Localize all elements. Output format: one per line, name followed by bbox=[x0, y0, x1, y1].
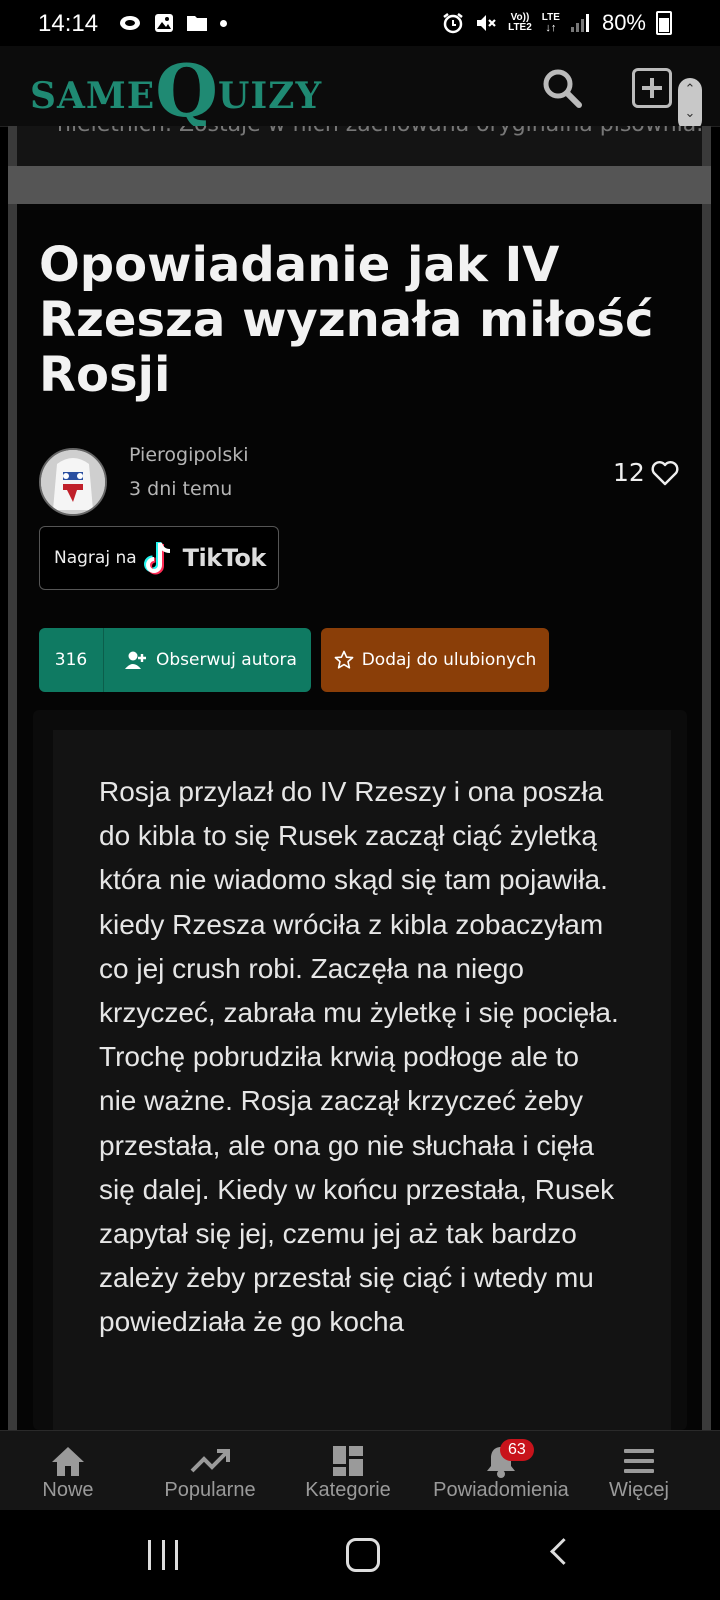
post-date: 3 dni temu bbox=[129, 478, 233, 500]
status-time: 14:14 bbox=[38, 10, 99, 37]
add-user-icon bbox=[125, 651, 146, 669]
nav-label-kategorie: Kategorie bbox=[305, 1479, 391, 1501]
system-navigation-bar bbox=[0, 1510, 720, 1600]
tiktok-brand: TikTok bbox=[182, 544, 267, 572]
heart-icon bbox=[651, 460, 679, 485]
app-header: SAME Q UIZY bbox=[0, 46, 720, 127]
previous-card-text: nieletnich. Zostaje w nich zachowana ory… bbox=[57, 126, 702, 137]
tiktok-prefix: Nagraj na bbox=[54, 548, 137, 568]
gallery-icon bbox=[155, 14, 173, 32]
bottom-navigation: Nowe Popularne Kategorie 63 Powiadomieni… bbox=[0, 1430, 720, 1511]
grid-icon bbox=[333, 1446, 363, 1476]
battery-icon bbox=[656, 11, 672, 35]
logo-text-uizy: UIZY bbox=[217, 75, 323, 117]
status-right-icons: Vo)) LTE2 LTE ↓↑ 80% bbox=[442, 10, 672, 36]
logo-text-q: Q bbox=[155, 48, 218, 134]
signal-icon bbox=[570, 14, 589, 32]
section-divider bbox=[8, 166, 711, 204]
status-bar: 14:14 Vo)) LTE2 LTE ↓↑ 80% bbox=[0, 0, 720, 46]
like-button[interactable]: 12 bbox=[613, 458, 679, 487]
follower-count: 316 bbox=[39, 628, 104, 692]
favorite-label: Dodaj do ulubionych bbox=[361, 650, 537, 670]
notification-badge: 63 bbox=[500, 1439, 534, 1461]
like-count: 12 bbox=[613, 458, 645, 487]
lte2-text: LTE2 bbox=[508, 22, 532, 33]
nav-label-powiadomienia: Powiadomienia bbox=[433, 1479, 569, 1501]
author-avatar[interactable] bbox=[39, 448, 107, 516]
tiktok-logo-icon bbox=[143, 542, 170, 575]
nav-label-nowe: Nowe bbox=[42, 1479, 94, 1501]
folder-icon bbox=[187, 16, 207, 31]
post-title: Opowiadanie jak IV Rzesza wyznała miłość… bbox=[39, 237, 654, 403]
logo-text-same: SAME bbox=[30, 75, 156, 117]
story-text: Rosja przylazł do IV Rzeszy i ona poszła… bbox=[99, 776, 619, 1338]
home-button-icon[interactable] bbox=[346, 1538, 380, 1572]
page-frame-right bbox=[702, 126, 711, 1430]
trending-icon bbox=[190, 1449, 230, 1473]
nav-item-nowe[interactable]: Nowe bbox=[38, 1443, 98, 1507]
nav-label-popularne: Popularne bbox=[164, 1479, 256, 1501]
tiktok-record-button[interactable]: Nagraj na TikTok bbox=[39, 526, 279, 590]
scroll-handle[interactable]: ⌃ ⌄ bbox=[678, 78, 702, 132]
recent-apps-icon[interactable] bbox=[148, 1540, 178, 1570]
home-icon bbox=[52, 1447, 84, 1476]
alarm-icon bbox=[443, 13, 463, 34]
status-left-icons bbox=[118, 13, 227, 33]
dot-icon bbox=[220, 19, 227, 27]
add-quiz-icon[interactable] bbox=[632, 68, 672, 108]
volte-indicator: Vo)) LTE2 bbox=[508, 13, 532, 33]
lte-indicator: LTE ↓↑ bbox=[541, 12, 560, 34]
follow-label: Obserwuj autora bbox=[156, 650, 297, 670]
follow-author-button[interactable]: 316 Obserwuj autora bbox=[39, 628, 311, 692]
previous-card: nieletnich. Zostaje w nich zachowana ory… bbox=[17, 126, 702, 166]
star-icon bbox=[334, 650, 354, 669]
nav-item-powiadomienia[interactable]: 63 Powiadomienia bbox=[426, 1439, 576, 1507]
post-card: Opowiadanie jak IV Rzesza wyznała miłość… bbox=[17, 204, 702, 1430]
avatar-image bbox=[41, 450, 105, 514]
mute-icon bbox=[477, 15, 496, 31]
nav-item-kategorie[interactable]: Kategorie bbox=[300, 1443, 396, 1507]
nav-item-popularne[interactable]: Popularne bbox=[158, 1443, 262, 1507]
samequizy-logo[interactable]: SAME Q UIZY bbox=[30, 48, 323, 134]
author-name[interactable]: Pierogipolski bbox=[129, 444, 249, 466]
menu-icon bbox=[624, 1449, 654, 1473]
add-to-favorites-button[interactable]: Dodaj do ulubionych bbox=[321, 628, 549, 692]
page-frame-left bbox=[8, 126, 17, 1430]
search-icon[interactable] bbox=[540, 66, 584, 110]
cloud-icon bbox=[120, 16, 140, 30]
battery-percent: 80% bbox=[601, 10, 646, 35]
nav-item-wiecej[interactable]: Więcej bbox=[602, 1443, 676, 1507]
nav-label-wiecej: Więcej bbox=[608, 1479, 669, 1501]
back-icon[interactable] bbox=[550, 1538, 577, 1565]
